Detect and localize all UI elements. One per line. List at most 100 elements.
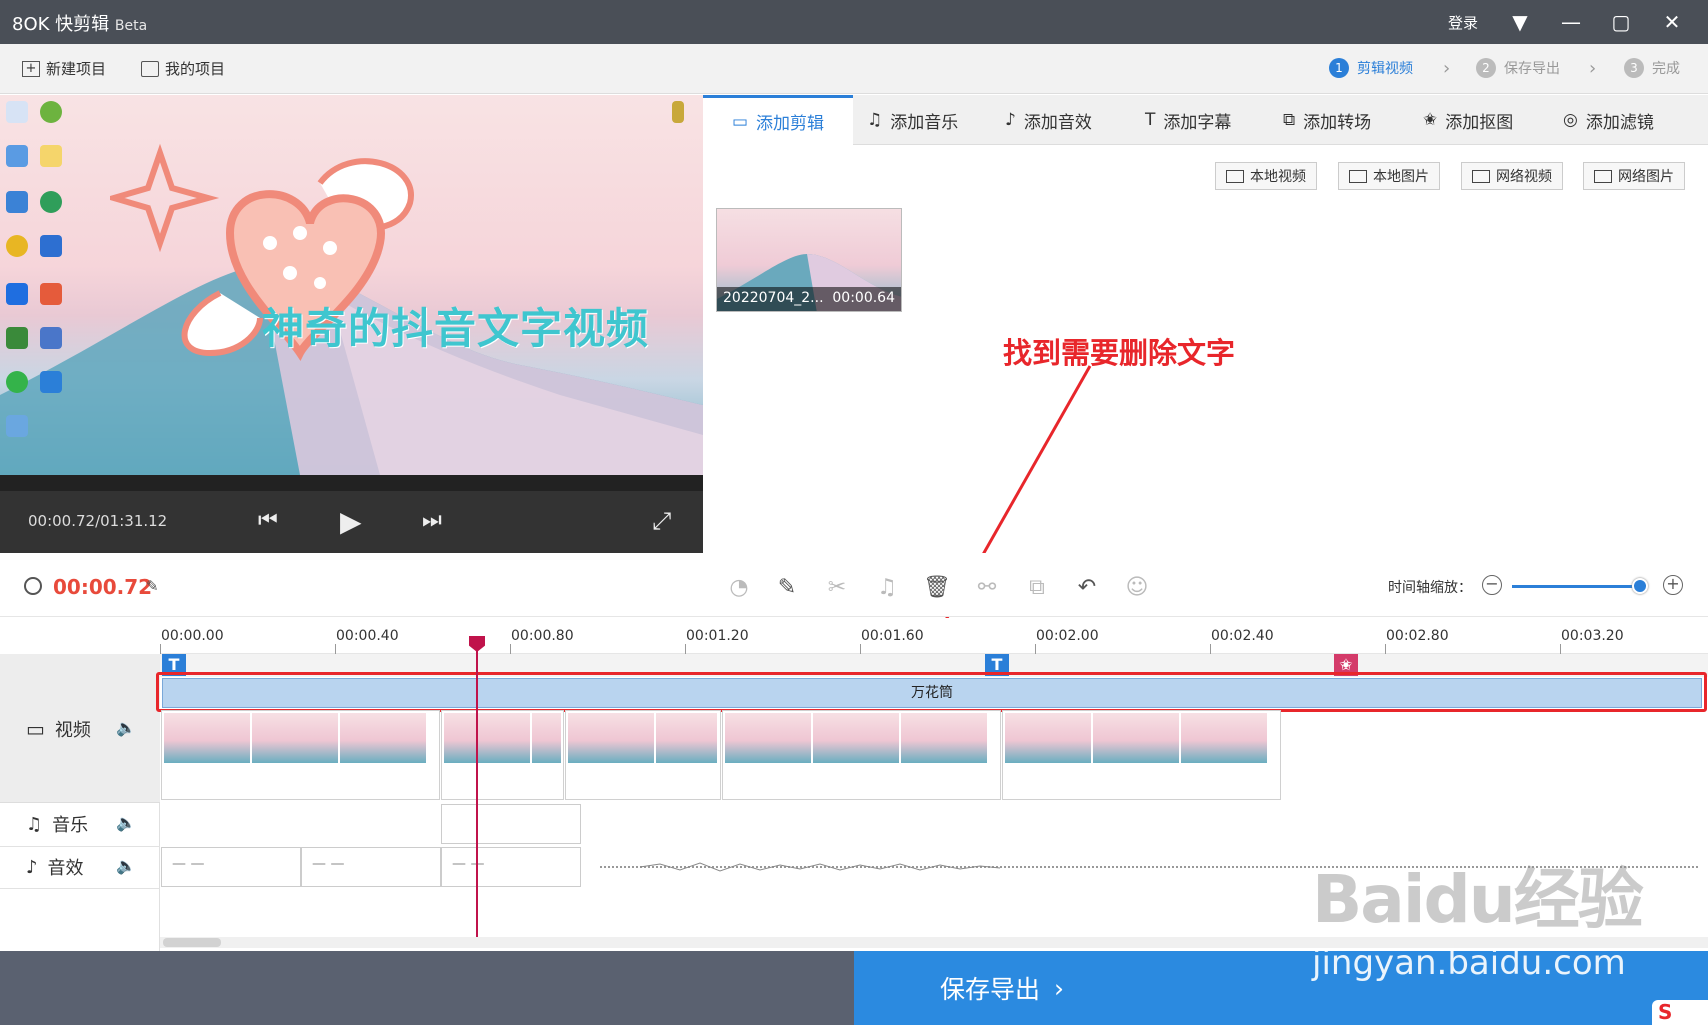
music-note-icon: ♫ (867, 110, 883, 130)
timeline-ruler[interactable]: 00:00.00 00:00.40 00:00.80 00:01.20 00:0… (160, 618, 1708, 654)
step-2: 2 保存导出 (1476, 58, 1560, 78)
speed-icon[interactable]: ◔ (724, 573, 754, 603)
tab-add-transition[interactable]: ⧉ 添加转场 (1269, 95, 1385, 145)
clock-icon (24, 577, 42, 595)
plus-box-icon: + (22, 60, 40, 77)
bottom-bar (0, 951, 854, 1025)
fullscreen-icon[interactable]: ⤢ (652, 507, 671, 535)
desktop-icon (40, 283, 62, 305)
zoom-out-icon[interactable]: − (1482, 575, 1502, 595)
video-clip[interactable] (441, 710, 564, 800)
tab-add-music[interactable]: ♫ 添加音乐 (853, 95, 972, 145)
thumbnail-caption: 20220704_2... 00:00.64 (717, 287, 901, 311)
online-image-button[interactable]: 网络图片 (1583, 162, 1685, 190)
previous-frame-icon[interactable]: ⏮ (258, 508, 278, 533)
sound-effect-track-label: ♪ 音效 (26, 854, 84, 880)
tab-add-cutout[interactable]: ✬ 添加抠图 (1409, 95, 1527, 145)
delete-icon[interactable]: 🗑 (922, 573, 952, 603)
maximize-icon[interactable]: ▢ (1606, 8, 1636, 36)
online-video-button[interactable]: 网络视频 (1461, 162, 1563, 190)
bell-icon[interactable]: ♫ (872, 573, 902, 603)
desktop-icon (672, 101, 684, 123)
scrollbar-thumb[interactable] (163, 938, 221, 947)
next-frame-icon[interactable]: ⏭ (422, 508, 442, 533)
my-projects-label: 我的项目 (165, 60, 226, 78)
zoom-in-icon[interactable]: + (1663, 575, 1683, 595)
zoom-slider-handle[interactable] (1632, 578, 1648, 594)
subtitle-marker-icon[interactable]: T (162, 654, 186, 676)
desktop-icon (6, 371, 28, 393)
desktop-icon (6, 235, 28, 257)
desktop-icon (40, 371, 62, 393)
app-name: 8OK 快剪辑 (12, 14, 110, 35)
ruler-label: 00:02.80 (1386, 628, 1449, 644)
new-project-button[interactable]: + 新建项目 (22, 58, 106, 79)
desktop-icon (6, 101, 28, 123)
effect-clip[interactable]: 万花筒 (162, 678, 1702, 708)
scissors-icon[interactable]: ✂ (822, 573, 852, 603)
minimize-icon[interactable]: — (1556, 8, 1586, 36)
play-icon[interactable]: ▶ (340, 505, 362, 538)
speaker-icon[interactable]: 🔈 (116, 813, 136, 832)
music-clip[interactable] (441, 804, 581, 844)
copy-icon[interactable]: ⧉ (1022, 573, 1052, 603)
beta-badge: Beta (114, 18, 148, 34)
desktop-icon (6, 191, 28, 213)
unlink-icon[interactable]: ⚯ (972, 573, 1002, 603)
step-label: 保存导出 (1504, 61, 1560, 77)
tab-add-subtitle[interactable]: T 添加字幕 (1131, 95, 1245, 145)
local-video-button[interactable]: 本地视频 (1215, 162, 1317, 190)
playhead[interactable] (476, 637, 478, 937)
zoom-label: 时间轴缩放： (1388, 580, 1472, 596)
step-number: 3 (1624, 58, 1644, 78)
sound-effect-clip[interactable]: — — (301, 847, 441, 887)
video-camera-icon: ▭ (26, 717, 45, 741)
ruler-label: 00:01.60 (861, 628, 924, 644)
sound-effect-clip[interactable]: — — (441, 847, 581, 887)
track-name: 音乐 (52, 815, 89, 836)
pencil-icon[interactable]: ✎ (772, 573, 802, 603)
ruler-label: 00:00.40 (336, 628, 399, 644)
tab-label: 添加转场 (1303, 112, 1372, 133)
my-projects-button[interactable]: 我的项目 (141, 58, 225, 79)
folder-icon (40, 145, 62, 167)
sound-effect-icon: ♪ (1005, 110, 1016, 130)
sound-effect-clip[interactable]: — — (161, 847, 301, 887)
close-icon[interactable]: ✕ (1657, 8, 1687, 36)
video-clip[interactable] (161, 710, 440, 800)
effect-marker-icon[interactable]: ✬ (1334, 654, 1358, 676)
overlay-text: 神奇的抖音文字视频 (262, 304, 650, 353)
tab-label: 添加抠图 (1445, 112, 1514, 133)
undo-icon[interactable]: ↶ (1072, 573, 1102, 603)
edit-pencil-icon[interactable]: ✎ (146, 577, 159, 595)
tab-add-filter[interactable]: ◎ 添加滤镜 (1549, 95, 1668, 145)
subtitle-marker-icon[interactable]: T (985, 654, 1009, 676)
dropdown-menu-icon[interactable]: ▼ (1505, 8, 1535, 36)
media-thumbnail[interactable]: 20220704_2... 00:00.64 (716, 208, 902, 312)
video-clip[interactable] (1002, 710, 1281, 800)
step-1: 1 剪辑视频 (1329, 58, 1413, 78)
video-clip[interactable] (722, 710, 1001, 800)
image-download-icon (1594, 169, 1612, 183)
preview-frame: 神奇的抖音文字视频 (0, 95, 703, 475)
speaker-icon[interactable]: 🔈 (116, 718, 136, 737)
media-filename: 20220704_2... (723, 290, 824, 306)
local-image-button[interactable]: 本地图片 (1338, 162, 1440, 190)
video-preview: 神奇的抖音文字视频 00:00.72/01:31.12 ⏮ ▶ ⏭ ⤢ (0, 95, 703, 553)
app-logo: 8OK 快剪辑 Beta (12, 10, 147, 36)
track-name: 音效 (47, 858, 84, 879)
playback-timecode: 00:00.72/01:31.12 (28, 512, 168, 530)
tab-add-clip[interactable]: ▭ 添加剪辑 (703, 95, 853, 145)
login-link[interactable]: 登录 (1448, 12, 1478, 33)
chevron-right-icon: › (1443, 58, 1451, 79)
zoom-slider[interactable] (1512, 585, 1642, 588)
filter-icon: ◎ (1563, 110, 1578, 130)
tab-add-sound-effect[interactable]: ♪ 添加音效 (991, 95, 1106, 145)
ruler-label: 00:02.00 (1036, 628, 1099, 644)
desktop-icon (6, 145, 28, 167)
desktop-icon (6, 327, 28, 349)
title-bar: 8OK 快剪辑 Beta 登录 ▼ — ▢ ✕ (0, 0, 1708, 44)
speaker-icon[interactable]: 🔈 (116, 856, 136, 875)
sticker-icon[interactable]: ☺ (1122, 573, 1152, 603)
video-clip[interactable] (565, 710, 721, 800)
